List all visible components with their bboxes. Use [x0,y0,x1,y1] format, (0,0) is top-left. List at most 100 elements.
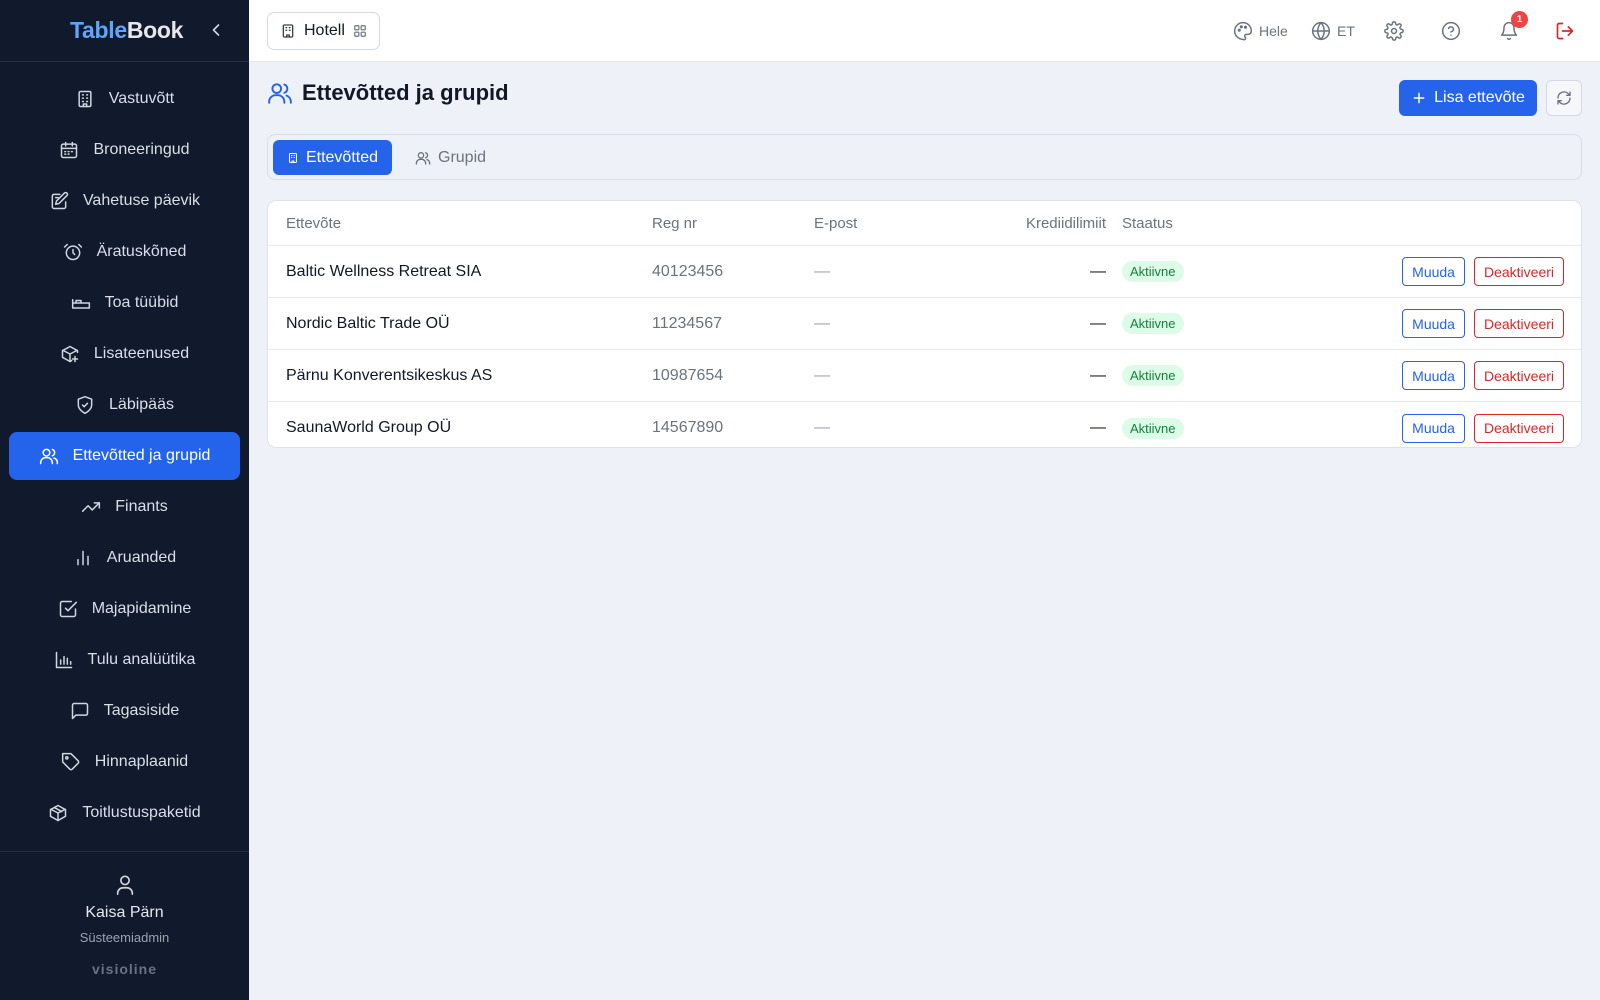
column-header-status[interactable]: Staatus [1122,201,1173,245]
theme-toggle[interactable]: Hele [1233,0,1288,62]
company-name: Nordic Baltic Trade OÜ [286,314,450,332]
table-row: Baltic Wellness Retreat SIA 40123456 — —… [268,246,1581,298]
users-icon [268,83,292,104]
company-email: — [814,419,830,436]
page-header: Ettevõtted ja grupid [267,80,509,106]
tab-label: Grupid [438,148,487,166]
top-bar: Hotell Hele ET 1 [249,0,1600,62]
company-reg: 10987654 [652,366,724,384]
tabs-bar: Ettevõtted Grupid [267,134,1582,180]
tab-grupid[interactable]: Grupid [401,140,500,175]
sidebar-item-hinnaplaanid[interactable]: Hinnaplaanid [9,738,240,786]
deactivate-button[interactable]: Deaktiveeri [1473,361,1564,390]
sidebar-item-label: Lisateenused [93,345,190,362]
chevron-left-icon [212,24,220,36]
sidebar-item-label: Toa tüübid [104,294,179,311]
status-cell: Aktiivne [1122,350,1184,401]
logo-part-book: Book [126,17,184,43]
column-header-credit[interactable]: Krediidilimiit [1026,201,1106,245]
sidebar-item-toa-tuubid[interactable]: Toa tüübid [9,279,240,327]
deactivate-button[interactable]: Deaktiveeri [1473,257,1564,286]
company-reg: 11234567 [652,314,722,332]
sidebar-item-label: Vastuvõtt [108,90,175,107]
tab-ettevotted[interactable]: Ettevõtted [273,140,392,175]
brand-header: TableBook [0,0,249,62]
column-header-name[interactable]: Ettevõte [286,201,341,245]
sidebar-item-label: Läbipääs [109,396,174,413]
row-actions: Muuda Deaktiveeri [1402,350,1564,401]
sidebar-item-label: Äratuskõned [96,243,187,260]
users-icon [415,151,431,165]
building-icon [288,152,297,163]
deactivate-button[interactable]: Deaktiveeri [1473,309,1564,338]
sidebar-item-majapidamine[interactable]: Majapidamine [9,585,240,633]
edit-button[interactable]: Muuda [1402,413,1465,443]
company-name: SaunaWorld Group OÜ [286,419,452,436]
company-credit: — [1090,419,1106,436]
logout-button[interactable] [1555,0,1575,62]
sidebar-item-label: Tulu analüütika [87,651,196,668]
sidebar-item-label: Finants [115,498,168,515]
notification-badge: 1 [1511,11,1528,28]
sidebar-item-label: Ettevõtted ja grupid [72,447,211,464]
sidebar-item-tulu-analuutika[interactable]: Tulu analüütika [9,636,240,684]
edit-button[interactable]: Muuda [1402,309,1465,338]
sidebar-item-vahetuse-paevik[interactable]: Vahetuse päevik [9,177,240,225]
column-header-reg[interactable]: Reg nr [652,201,697,245]
box-icon [50,804,67,822]
grid-icon [354,25,366,37]
sidebar-item-label: Majapidamine [91,600,192,617]
footer-brand: visioline [91,961,158,977]
avatar[interactable] [114,874,136,896]
theme-label: Hele [1259,23,1288,39]
add-company-button[interactable]: Lisa ettevõte [1399,80,1537,116]
sidebar-item-toitlustuspaketid[interactable]: Toitlustuspaketid [9,789,240,837]
help-button[interactable] [1441,0,1461,62]
sidebar-item-tagasiside[interactable]: Tagasiside [9,687,240,735]
status-cell: Aktiivne [1122,298,1184,349]
table-row: Nordic Baltic Trade OÜ 11234567 — — Akti… [268,298,1581,350]
sidebar-item-labipaas[interactable]: Läbipääs [9,381,240,429]
language-selector[interactable]: ET [1311,0,1355,62]
edit-button[interactable]: Muuda [1402,257,1465,286]
building-icon [282,24,294,38]
sidebar-item-label: Toitlustuspaketid [82,804,201,821]
sidebar-nav: Vastuvõtt Broneeringud Vahetuse päevik Ä… [9,75,240,840]
sidebar-item-vastuvott[interactable]: Vastuvõtt [9,75,240,123]
company-reg: 14567890 [652,419,724,436]
status-badge: Aktiivne [1122,417,1184,439]
row-actions: Muuda Deaktiveeri [1402,402,1564,447]
sidebar-item-ettevotted-ja-grupid[interactable]: Ettevõtted ja grupid [9,432,240,480]
column-header-email[interactable]: E-post [814,201,857,245]
sidebar-item-lisateenused[interactable]: Lisateenused [9,330,240,378]
user-panel: Kaisa Pärn Süsteemiadmin visioline [0,851,249,1000]
app-logo[interactable]: TableBook [70,17,183,44]
table-row: SaunaWorld Group OÜ 14567890 — — Aktiivn… [268,402,1581,447]
sidebar-item-broneeringud[interactable]: Broneeringud [9,126,240,174]
user-role: Süsteemiadmin [79,930,170,945]
edit-button[interactable]: Muuda [1402,361,1465,390]
settings-button[interactable] [1384,0,1404,62]
sidebar-item-label: Hinnaplaanid [94,753,189,770]
collapse-sidebar-button[interactable] [206,20,226,40]
status-badge: Aktiivne [1122,261,1184,282]
plus-icon [1413,92,1425,104]
logout-icon [1556,22,1574,40]
notifications-button[interactable]: 1 [1499,0,1528,62]
building-icon [78,90,92,108]
companies-table: Ettevõte Reg nr E-post Krediidilimiit St… [267,200,1582,448]
language-label: ET [1337,23,1355,39]
alarm-clock-icon [63,243,82,261]
sidebar-item-aruanded[interactable]: Aruanded [9,534,240,582]
sidebar-item-label: Vahetuse päevik [82,192,201,209]
refresh-button[interactable] [1546,80,1582,116]
row-actions: Muuda Deaktiveeri [1402,298,1564,349]
status-badge: Aktiivne [1122,365,1184,386]
sidebar-item-label: Broneeringud [93,141,190,158]
sidebar-item-aratuskoned[interactable]: Äratuskõned [9,228,240,276]
deactivate-button[interactable]: Deaktiveeri [1473,413,1564,443]
hotel-selector-button[interactable]: Hotell [267,12,380,50]
sidebar-item-finants[interactable]: Finants [9,483,240,531]
sidebar-item-label: Aruanded [106,549,177,566]
bar-chart-icon [77,550,89,566]
